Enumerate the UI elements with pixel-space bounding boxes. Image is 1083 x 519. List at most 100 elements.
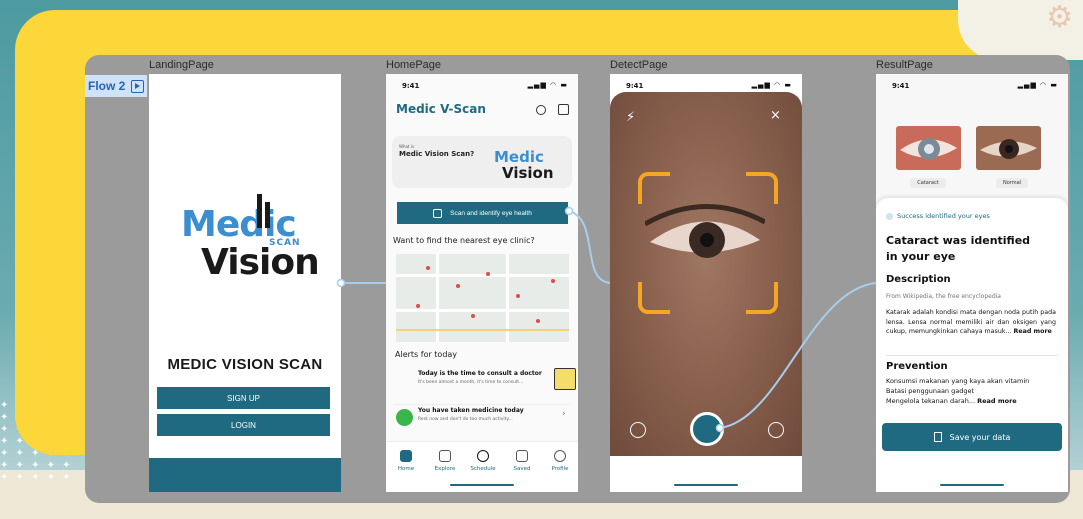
frame-label-result: ResultPage: [876, 59, 933, 71]
bookmark-icon: [933, 432, 942, 442]
alerts-heading: Alerts for today: [395, 350, 458, 359]
flow-tag-label: Flow 2: [88, 79, 126, 93]
prevention-item: Mengelola tekanan darah...: [886, 397, 976, 405]
scan-eye-button[interactable]: Scan and identify eye health: [397, 202, 568, 224]
scan-frame-corner: [746, 172, 778, 204]
profile-icon: [554, 450, 566, 462]
check-circle-icon: [886, 212, 893, 220]
search-icon[interactable]: [536, 105, 546, 115]
nav-saved-label: Saved: [513, 466, 531, 472]
description-text: Katarak adalah kondisi mata dengan noda …: [886, 308, 1056, 337]
normal-eye-image: [976, 126, 1041, 170]
read-more-link[interactable]: Read more: [1013, 328, 1051, 335]
map-pin[interactable]: [516, 294, 520, 298]
alert-item[interactable]: You have taken medicine today Rest now a…: [394, 404, 570, 433]
logo-text-vision: Vision: [201, 242, 320, 283]
info-banner[interactable]: What is Medic Vision Scan? Medic Vision: [392, 136, 572, 188]
prevention-list: Konsumsi makanan yang kaya akan vitamin …: [886, 376, 1058, 406]
add-icon[interactable]: [558, 104, 569, 115]
landing-page-frame: Medic Vision SCAN MEDIC VISION SCAN SIGN…: [149, 74, 341, 492]
prevention-item: Batasi penggunaan gadget: [886, 387, 975, 395]
alert-subtitle: Rest now and don't do too much activity.…: [418, 417, 513, 422]
map-pin[interactable]: [426, 266, 430, 270]
landing-title: MEDIC VISION SCAN: [167, 356, 323, 373]
status-icons: ▂▄▆ ◠ ▬: [1017, 81, 1058, 89]
nav-profile-label: Profile: [551, 466, 569, 472]
map-pin[interactable]: [456, 284, 460, 288]
status-icons: ▂▄▆ ◠ ▬: [751, 81, 792, 89]
nav-schedule-label: Schedule: [470, 466, 496, 472]
status-time: 9:41: [626, 82, 644, 90]
close-icon[interactable]: ×: [770, 108, 781, 123]
home-indicator: [450, 484, 514, 486]
login-button[interactable]: LOGIN: [157, 414, 330, 436]
detect-page-frame: 9:41 ▂▄▆ ◠ ▬ ⚡ ×: [610, 74, 802, 492]
status-icons: ▂▄▆ ◠ ▬: [527, 81, 568, 89]
map-road: [396, 274, 569, 277]
scan-icon: [433, 208, 443, 218]
alert-title: You have taken medicine today: [418, 407, 524, 414]
nav-explore-label: Explore: [434, 466, 456, 472]
result-heading-line1: Cataract was identified: [886, 234, 1031, 247]
scan-frame-corner: [638, 172, 670, 204]
frame-label-landing: LandingPage: [149, 59, 214, 71]
description-title: Description: [886, 274, 951, 285]
result-heading-line2: in your eye: [886, 250, 956, 263]
bookmark-icon: [516, 450, 528, 462]
flash-off-icon[interactable]: ⚡: [626, 110, 635, 125]
description-source: From Wikipedia, the free encyclopedia: [886, 293, 1001, 300]
landing-footer-bar: [149, 458, 341, 492]
medic-vision-logo: Medic Vision SCAN: [181, 192, 320, 283]
capture-button[interactable]: [690, 412, 724, 446]
label-chip-normal: Normal: [996, 178, 1028, 188]
alert-subtitle: It's been almost a month, it's time to c…: [418, 380, 524, 385]
read-more-link[interactable]: Read more: [977, 397, 1017, 405]
play-flow-icon[interactable]: [131, 79, 145, 93]
map-pin[interactable]: [416, 304, 420, 308]
clock-icon: [477, 450, 489, 462]
nav-home-label: Home: [397, 466, 415, 472]
map-pin[interactable]: [471, 314, 475, 318]
banner-small-text: What is: [399, 144, 414, 149]
explore-icon: [439, 450, 451, 462]
logo-bar: [265, 202, 270, 228]
prevention-title: Prevention: [886, 361, 948, 372]
flow-tag[interactable]: Flow 2: [85, 75, 147, 97]
save-data-button[interactable]: Save your data: [882, 423, 1062, 451]
map-pin[interactable]: [486, 272, 490, 276]
nav-home[interactable]: Home: [387, 450, 425, 472]
logo-bar: [257, 194, 262, 228]
nav-profile[interactable]: Profile: [541, 450, 578, 472]
alert-item[interactable]: Today is the time to consult a doctor It…: [394, 368, 576, 396]
label-chip-cataract: Cataract: [910, 178, 946, 188]
divider: [886, 355, 1058, 356]
home-page-frame: 9:41 ▂▄▆ ◠ ▬ Medic V-Scan What is Medic …: [386, 74, 578, 492]
logo-text-scan: SCAN: [269, 238, 301, 248]
map-road: [396, 329, 569, 331]
chevron-right-icon[interactable]: ›: [562, 409, 566, 419]
sign-up-button[interactable]: SIGN UP: [157, 387, 330, 409]
clinic-map[interactable]: [396, 254, 569, 342]
gallery-icon[interactable]: [630, 422, 646, 438]
status-time: 9:41: [402, 82, 420, 90]
scan-frame-corner: [638, 282, 670, 314]
home-indicator: [674, 484, 738, 486]
robot-sketch-icon: ⚙: [1046, 0, 1073, 35]
banner-logo-vision: Vision: [502, 164, 554, 182]
check-icon: [396, 409, 413, 426]
nav-schedule[interactable]: Schedule: [464, 450, 502, 472]
nav-saved[interactable]: Saved: [503, 450, 541, 472]
bottom-nav: Home Explore Schedule Saved Profile: [386, 441, 578, 492]
map-pin[interactable]: [536, 319, 540, 323]
frame-label-detect: DetectPage: [610, 59, 668, 71]
nav-explore[interactable]: Explore: [426, 450, 464, 472]
scan-frame-corner: [746, 282, 778, 314]
camera-viewfinder[interactable]: ⚡ ×: [610, 92, 802, 456]
result-page-frame: 9:41 ▂▄▆ ◠ ▬ Cataract Normal Success ide…: [876, 74, 1068, 492]
map-pin[interactable]: [551, 279, 555, 283]
switch-camera-icon[interactable]: [768, 422, 784, 438]
map-road: [396, 309, 569, 312]
clinic-question: Want to find the nearest eye clinic?: [393, 236, 535, 245]
app-title: Medic V-Scan: [396, 102, 486, 116]
save-button-label: Save your data: [949, 432, 1011, 442]
